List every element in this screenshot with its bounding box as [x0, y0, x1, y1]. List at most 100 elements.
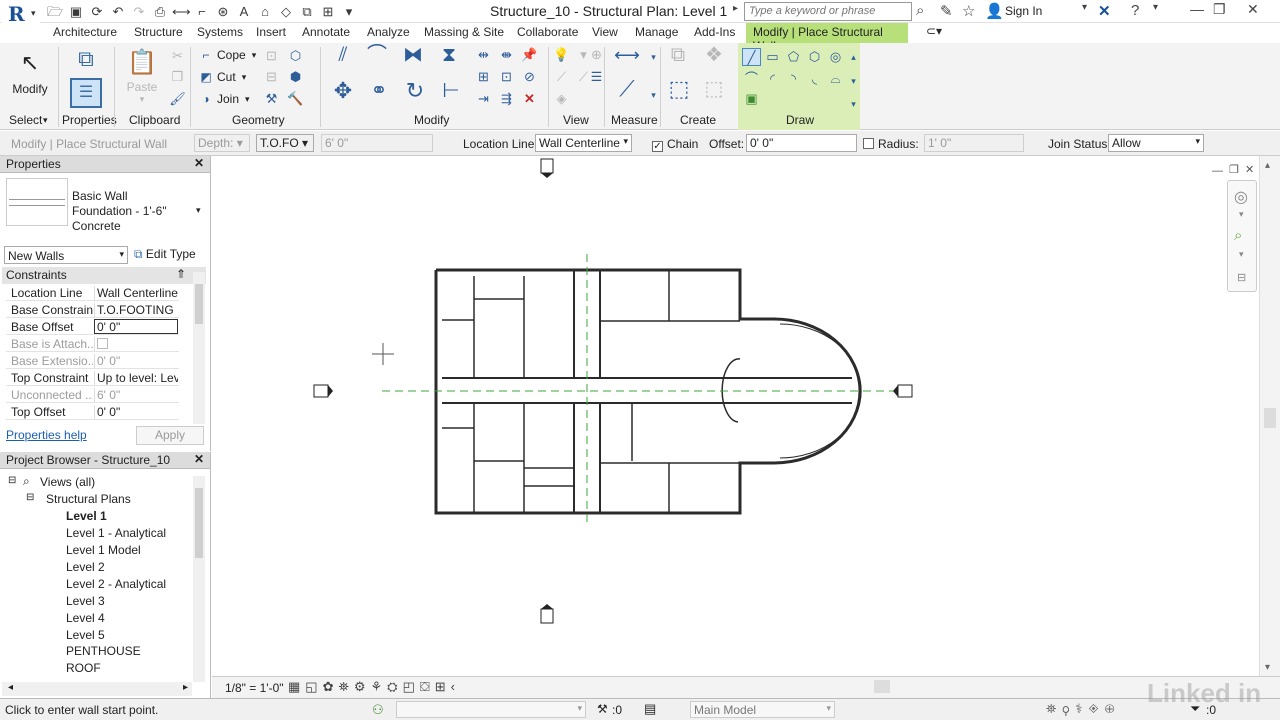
- property-row[interactable]: Top ConstraintUp to level: Lev...: [6, 369, 179, 386]
- tree-root-views[interactable]: Views (all): [40, 475, 95, 489]
- tree-group-structural-plans[interactable]: Structural Plans: [46, 492, 131, 506]
- tab-analyze[interactable]: Analyze: [367, 25, 410, 39]
- draw-inscribed-polygon-icon[interactable]: ⬠: [784, 48, 803, 66]
- view-cube-icon[interactable]: ◈: [552, 90, 571, 108]
- depth-level-select[interactable]: T.O.FO ▾: [256, 134, 314, 152]
- horizontal-scroll-thumb[interactable]: [874, 680, 890, 693]
- steering-wheel-icon[interactable]: ◎: [1234, 187, 1248, 207]
- copy-element-icon[interactable]: ⚭: [366, 81, 392, 108]
- close-icon[interactable]: ✕: [1247, 1, 1259, 18]
- workset-select[interactable]: ▾: [396, 701, 586, 718]
- application-menu-button[interactable]: R ▾: [2, 1, 40, 26]
- align-icon[interactable]: ⫽: [330, 45, 356, 72]
- tab-add-ins[interactable]: Add-Ins: [694, 25, 735, 39]
- view-item-level-1[interactable]: Level 1: [66, 509, 107, 523]
- collapse-tree-icon[interactable]: ⊟: [26, 492, 34, 503]
- draw-start-end-arc-icon[interactable]: ⌒: [742, 70, 761, 88]
- hammer-icon[interactable]: 🔨: [286, 90, 305, 108]
- array-icon[interactable]: ⊞: [474, 68, 493, 86]
- selection-options-icons[interactable]: ⛯⚲⚕◈⊕: [1046, 701, 1121, 717]
- constraints-section-header[interactable]: Constraints ⇑: [2, 267, 206, 284]
- draw-rectangle-icon[interactable]: ▭: [763, 48, 782, 66]
- panel-label-select[interactable]: Select: [9, 113, 42, 127]
- zoom-icon[interactable]: ⌕: [1234, 227, 1242, 244]
- tab-annotate[interactable]: Annotate: [302, 25, 350, 39]
- mirror-axis-icon[interactable]: ⧓: [400, 45, 426, 72]
- restore-icon[interactable]: ❐: [1213, 1, 1226, 18]
- tab-massing-site[interactable]: Massing & Site: [424, 25, 504, 39]
- tab-architecture[interactable]: Architecture: [53, 25, 117, 39]
- property-row[interactable]: Base Constraint T.O.FOOTING: [6, 301, 179, 318]
- tab-view[interactable]: View: [592, 25, 618, 39]
- help-icon[interactable]: ?: [1131, 2, 1139, 19]
- customize-qat-icon[interactable]: ▾: [340, 4, 358, 20]
- binoculars-icon[interactable]: ⌕: [916, 2, 924, 19]
- tag-icon[interactable]: ⊛: [214, 4, 232, 20]
- create-similar-icon[interactable]: ⬚: [700, 79, 728, 108]
- favorites-star-icon[interactable]: ☆: [962, 2, 975, 20]
- property-row[interactable]: Top Offset 0' 0": [6, 403, 179, 420]
- draw-fillet-arc-icon[interactable]: ◟: [805, 70, 824, 88]
- draw-center-arc-icon[interactable]: ◜: [763, 70, 782, 88]
- draw-circumscribed-polygon-icon[interactable]: ⬡: [805, 48, 824, 66]
- canvas-vertical-scrollbar[interactable]: ▴ ▾: [1259, 156, 1280, 676]
- cut-clipboard-icon[interactable]: ✂: [168, 47, 187, 65]
- view-item[interactable]: Level 2 - Analytical: [66, 577, 166, 591]
- cope-button[interactable]: ⌐ Cope ▾: [198, 48, 256, 62]
- save-icon[interactable]: ▣: [67, 4, 85, 20]
- property-row[interactable]: Location Line Wall Centerline: [6, 284, 179, 301]
- trim-extend-corner-icon[interactable]: ⊢: [438, 81, 464, 108]
- pin-icon[interactable]: 📌: [520, 46, 539, 64]
- split-element-icon[interactable]: ⇹: [474, 46, 493, 64]
- sync-icon[interactable]: ⟳: [88, 4, 106, 20]
- chevron-down-icon[interactable]: ▾: [196, 205, 201, 216]
- paste-button[interactable]: 📋 Paste ▾: [122, 48, 162, 105]
- join-status-select[interactable]: Allow ▾: [1108, 134, 1204, 152]
- scroll-thumb[interactable]: [195, 488, 203, 558]
- chevron-up-icon[interactable]: ▴: [844, 48, 863, 66]
- close-hidden-icon[interactable]: ⧉: [298, 4, 316, 20]
- pick-lines-icon[interactable]: ▣: [742, 90, 761, 108]
- property-row[interactable]: Base Extensio... 0' 0": [6, 352, 179, 369]
- 3d-view-icon[interactable]: ⌂: [256, 4, 274, 20]
- drawing-area[interactable]: ◎ ▾ ⌕ ▾ ⊟ — ❐ ✕: [212, 156, 1268, 676]
- view-controls-icons[interactable]: ▦◱✿⛯⚙⚘⛭◰⛋⊞‹: [288, 679, 460, 695]
- depth-height-select[interactable]: Depth: ▾: [194, 134, 250, 152]
- measure-icon[interactable]: ⟷: [172, 4, 191, 20]
- close-icon[interactable]: ✕: [194, 452, 204, 466]
- instance-filter-select[interactable]: New Walls ▾: [4, 246, 128, 264]
- override-graphics-icon[interactable]: 💡: [552, 46, 571, 64]
- property-row-base-offset[interactable]: Base Offset 0' 0": [6, 318, 179, 335]
- worksets-icon[interactable]: ⚇: [372, 702, 384, 718]
- draw-tangent-arc-icon[interactable]: ◝: [784, 70, 803, 88]
- view-item[interactable]: Level 2: [66, 560, 105, 574]
- trim-multiple-icon[interactable]: ⇶: [497, 90, 516, 108]
- chevron-down-icon[interactable]: ▾: [1239, 209, 1244, 220]
- properties-button[interactable]: ⧉ ☰: [62, 46, 110, 108]
- delete-icon[interactable]: ✕: [520, 90, 539, 108]
- nav-options-icon[interactable]: ⊟: [1237, 271, 1246, 284]
- sign-in-link[interactable]: Sign In: [1005, 4, 1042, 18]
- property-row[interactable]: Unconnected ... 6' 0": [6, 386, 179, 403]
- properties-help-link[interactable]: Properties help: [6, 428, 87, 442]
- wall-joins-icon[interactable]: ⊡: [262, 47, 281, 65]
- view-restore-icon[interactable]: ❐: [1229, 163, 1239, 176]
- chain-checkbox[interactable]: ✓ Chain: [652, 137, 698, 152]
- help-search-input[interactable]: Type a keyword or phrase: [744, 2, 912, 21]
- edit-type-button[interactable]: ⧉ Edit Type: [133, 246, 203, 264]
- create-assembly-icon[interactable]: ⧉: [664, 45, 692, 72]
- chevron-down-icon[interactable]: ▾: [1082, 2, 1087, 13]
- design-options-icon[interactable]: ▤: [644, 701, 656, 717]
- tab-options-icon[interactable]: ⊂▾: [926, 24, 942, 38]
- aligned-dimension-icon[interactable]: ⟋: [612, 78, 642, 106]
- print-icon[interactable]: ⎙: [151, 4, 169, 20]
- tab-collaborate[interactable]: Collaborate: [517, 25, 578, 39]
- expand-arrow-icon[interactable]: ▸: [733, 3, 738, 14]
- tab-structure[interactable]: Structure: [134, 25, 183, 39]
- linework-icon[interactable]: ⟋: [552, 68, 571, 86]
- scroll-thumb[interactable]: [1264, 408, 1276, 428]
- create-parts-icon[interactable]: ❖: [700, 45, 728, 72]
- open-icon[interactable]: 🗁: [46, 4, 64, 20]
- view-item[interactable]: Level 1 Model: [66, 543, 141, 557]
- tab-manage[interactable]: Manage: [635, 25, 678, 39]
